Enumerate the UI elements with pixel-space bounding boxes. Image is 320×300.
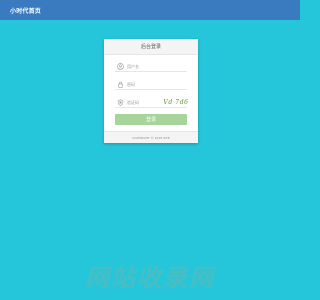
- username-field: [115, 61, 187, 72]
- login-title: 后台登录: [140, 44, 161, 50]
- captcha-image[interactable]: Vd 7d6: [163, 97, 189, 107]
- password-field: [115, 79, 187, 90]
- login-card-footer: COPYRIGHT © 2018 SITE: [104, 131, 198, 143]
- top-bar: 小时代首页: [0, 0, 300, 20]
- user-icon: [115, 62, 125, 70]
- shield-icon: [115, 98, 125, 106]
- captcha-code: Vd 7d6: [163, 98, 189, 106]
- login-button[interactable]: 登录: [115, 114, 187, 125]
- captcha-field: Vd 7d6: [115, 97, 189, 108]
- login-card-header: 后台登录: [104, 39, 198, 55]
- captcha-input[interactable]: [125, 97, 163, 107]
- brand-title[interactable]: 小时代首页: [10, 6, 41, 15]
- username-input[interactable]: [125, 61, 187, 71]
- watermark-text: 网站收录网: [85, 264, 215, 292]
- lock-icon: [115, 81, 125, 88]
- copyright-text: COPYRIGHT © 2018 SITE: [132, 135, 170, 140]
- password-input[interactable]: [125, 79, 187, 89]
- login-card: 后台登录 Vd 7d6: [104, 39, 198, 143]
